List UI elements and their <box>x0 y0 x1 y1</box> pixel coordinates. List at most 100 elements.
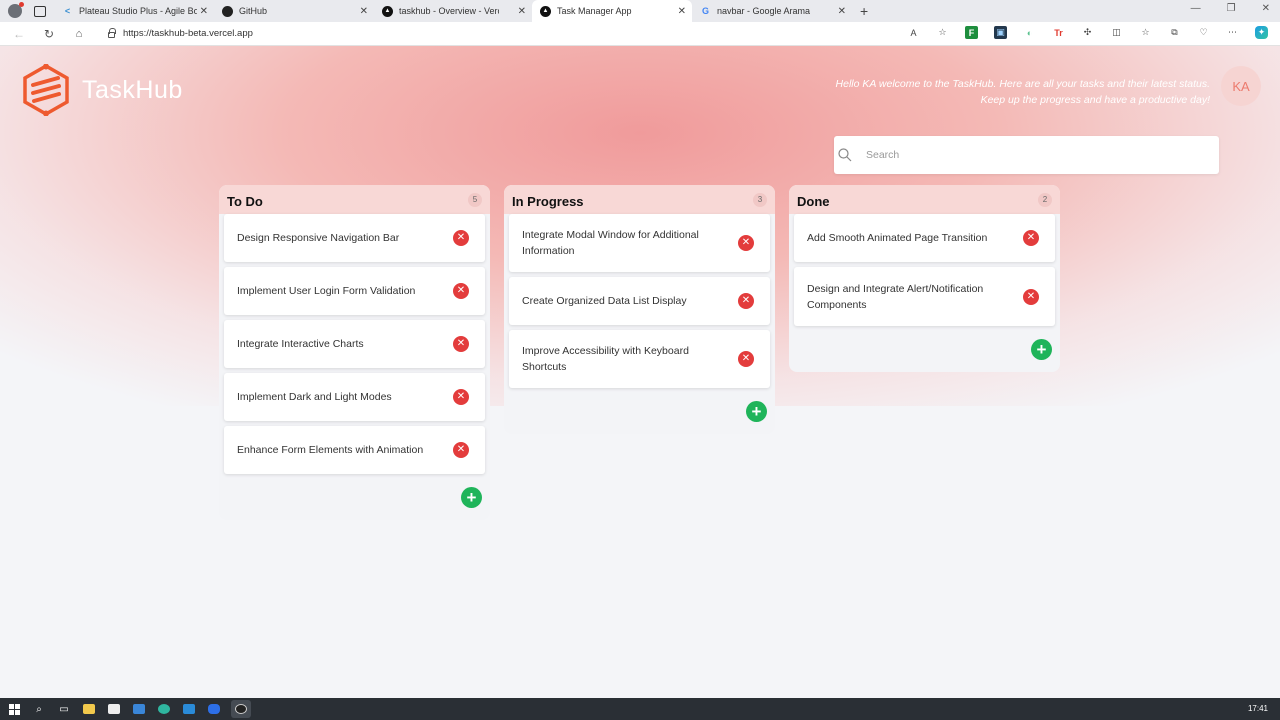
card-list: Design Responsive Navigation Bar ✕ Imple… <box>224 214 485 474</box>
task-card[interactable]: Implement Dark and Light Modes ✕ <box>224 373 485 421</box>
brand-logo[interactable]: TaskHub <box>20 64 183 116</box>
task-count-badge: 3 <box>753 192 767 207</box>
split-screen-icon[interactable]: ◫ <box>1110 26 1123 39</box>
task-title: Enhance Form Elements with Animation <box>237 444 424 456</box>
delete-task-button[interactable]: ✕ <box>738 293 754 309</box>
task-view-icon[interactable]: ▭ <box>56 702 72 716</box>
home-icon[interactable]: ⌂ <box>72 28 86 40</box>
add-task-button[interactable]: + <box>746 401 767 422</box>
reload-icon[interactable]: ↻ <box>42 27 56 41</box>
tab-google[interactable]: G navbar - Google Arama ✕ <box>692 0 852 22</box>
copilot-icon[interactable]: ✦ <box>1255 26 1268 39</box>
tab-title: GitHub <box>239 6 268 16</box>
close-tab-icon[interactable]: ✕ <box>360 6 368 17</box>
delete-task-button[interactable]: ✕ <box>453 389 469 405</box>
browser-tab-bar: < Plateau Studio Plus - Agile Board ✕ Gi… <box>0 0 1280 22</box>
tab-plateau[interactable]: < Plateau Studio Plus - Agile Board ✕ <box>54 0 214 22</box>
close-tab-icon[interactable]: ✕ <box>200 6 208 17</box>
url-text: https://taskhub-beta.vercel.app <box>123 28 253 39</box>
column-title: In Progress <box>512 194 584 209</box>
back-icon[interactable]: ← <box>12 27 26 41</box>
close-tab-icon[interactable]: ✕ <box>518 6 526 17</box>
extensions-puzzle-icon[interactable]: ✣ <box>1081 26 1094 39</box>
task-title: Design and Integrate Alert/Notification … <box>807 282 984 311</box>
read-aloud-icon[interactable]: A <box>907 26 920 39</box>
close-tab-icon[interactable]: ✕ <box>838 6 846 17</box>
extension-dark-icon[interactable]: ▣ <box>994 26 1007 39</box>
task-title: Design Responsive Navigation Bar <box>237 232 400 244</box>
start-icon[interactable] <box>6 702 22 716</box>
search-taskbar-icon[interactable]: ⌕ <box>31 702 47 716</box>
minimize-icon[interactable]: — <box>1191 3 1201 14</box>
delete-task-button[interactable]: ✕ <box>453 442 469 458</box>
new-tab-button[interactable]: + <box>860 3 868 19</box>
task-title: Create Organized Data List Display <box>522 295 687 307</box>
delete-task-button[interactable]: ✕ <box>453 230 469 246</box>
close-window-icon[interactable]: ✕ <box>1262 3 1270 14</box>
collections-icon[interactable]: ⧉ <box>1168 26 1181 39</box>
extension-sheets-icon[interactable]: F <box>965 26 978 39</box>
vercel-icon: ▲ <box>382 5 393 17</box>
delete-task-button[interactable]: ✕ <box>738 351 754 367</box>
delete-task-button[interactable]: ✕ <box>1023 288 1039 305</box>
delete-task-button[interactable]: ✕ <box>453 283 469 299</box>
clock: 17:41 <box>1247 704 1268 713</box>
add-task-button[interactable]: + <box>1031 339 1052 360</box>
task-title: Add Smooth Animated Page Transition <box>807 232 988 244</box>
add-task-button[interactable]: + <box>461 487 482 508</box>
edge-icon[interactable] <box>156 702 172 716</box>
tab-github[interactable]: GitHub ✕ <box>214 0 374 22</box>
url-field[interactable]: https://taskhub-beta.vercel.app <box>108 28 253 39</box>
zoom-icon[interactable] <box>206 702 222 716</box>
delete-task-button[interactable]: ✕ <box>1023 230 1039 246</box>
task-title: Implement User Login Form Validation <box>237 285 416 297</box>
vercel-icon: ▲ <box>540 5 551 17</box>
task-card[interactable]: Integrate Modal Window for Additional In… <box>509 214 770 272</box>
mail-icon[interactable] <box>131 702 147 716</box>
obs-icon[interactable] <box>231 700 251 718</box>
card-list: Add Smooth Animated Page Transition ✕ De… <box>794 214 1055 326</box>
task-card[interactable]: Design Responsive Navigation Bar ✕ <box>224 214 485 262</box>
more-menu-icon[interactable]: ⋯ <box>1226 26 1239 39</box>
file-explorer-icon[interactable] <box>81 702 97 716</box>
task-card[interactable]: Integrate Interactive Charts ✕ <box>224 320 485 368</box>
github-icon <box>222 5 233 17</box>
column-todo: To Do 5 Design Responsive Navigation Bar… <box>219 185 490 520</box>
task-title: Improve Accessibility with Keyboard Shor… <box>522 345 689 373</box>
profile-icon[interactable] <box>8 2 24 18</box>
store-icon[interactable] <box>106 702 122 716</box>
task-card[interactable]: Implement User Login Form Validation ✕ <box>224 267 485 315</box>
delete-task-button[interactable]: ✕ <box>453 336 469 352</box>
browser-essentials-icon[interactable]: ♡ <box>1197 26 1210 39</box>
extension-mint-icon[interactable]: ◐ <box>1023 26 1036 39</box>
delete-task-button[interactable]: ✕ <box>738 235 754 251</box>
search-input[interactable] <box>866 136 1206 174</box>
google-icon: G <box>701 6 709 16</box>
task-title: Integrate Interactive Charts <box>237 338 364 350</box>
tab-actions-icon[interactable] <box>34 5 46 17</box>
tab-task-manager[interactable]: ▲ Task Manager App ✕ <box>532 0 692 22</box>
task-card[interactable]: Improve Accessibility with Keyboard Shor… <box>509 330 770 388</box>
plateau-icon: < <box>64 6 71 16</box>
tab-title: Task Manager App <box>557 6 632 16</box>
tab-title: navbar - Google Arama <box>717 6 811 16</box>
task-card[interactable]: Enhance Form Elements with Animation ✕ <box>224 426 485 474</box>
favorite-star-icon[interactable]: ☆ <box>936 26 949 39</box>
tab-vercel-overview[interactable]: ▲ taskhub - Overview - Vercel ✕ <box>374 0 532 22</box>
favorites-icon[interactable]: ☆ <box>1139 26 1152 39</box>
avatar[interactable]: KA <box>1221 66 1261 106</box>
column-done: Done 2 Add Smooth Animated Page Transiti… <box>789 185 1060 372</box>
task-count-badge: 2 <box>1038 192 1052 207</box>
task-count-badge: 5 <box>468 192 482 207</box>
column-in-progress: In Progress 3 Integrate Modal Window for… <box>504 185 775 434</box>
task-card[interactable]: Create Organized Data List Display ✕ <box>509 277 770 325</box>
column-header: To Do 5 <box>219 185 490 214</box>
task-card[interactable]: Add Smooth Animated Page Transition ✕ <box>794 214 1055 262</box>
add-row: + <box>794 339 1055 360</box>
task-card[interactable]: Design and Integrate Alert/Notification … <box>794 267 1055 326</box>
vscode-icon[interactable] <box>181 702 197 716</box>
restore-icon[interactable]: ❐ <box>1227 3 1236 14</box>
extension-red-icon[interactable]: Tr <box>1052 26 1065 39</box>
close-tab-icon[interactable]: ✕ <box>678 6 686 17</box>
window-controls: — ❐ ✕ <box>1191 3 1270 14</box>
